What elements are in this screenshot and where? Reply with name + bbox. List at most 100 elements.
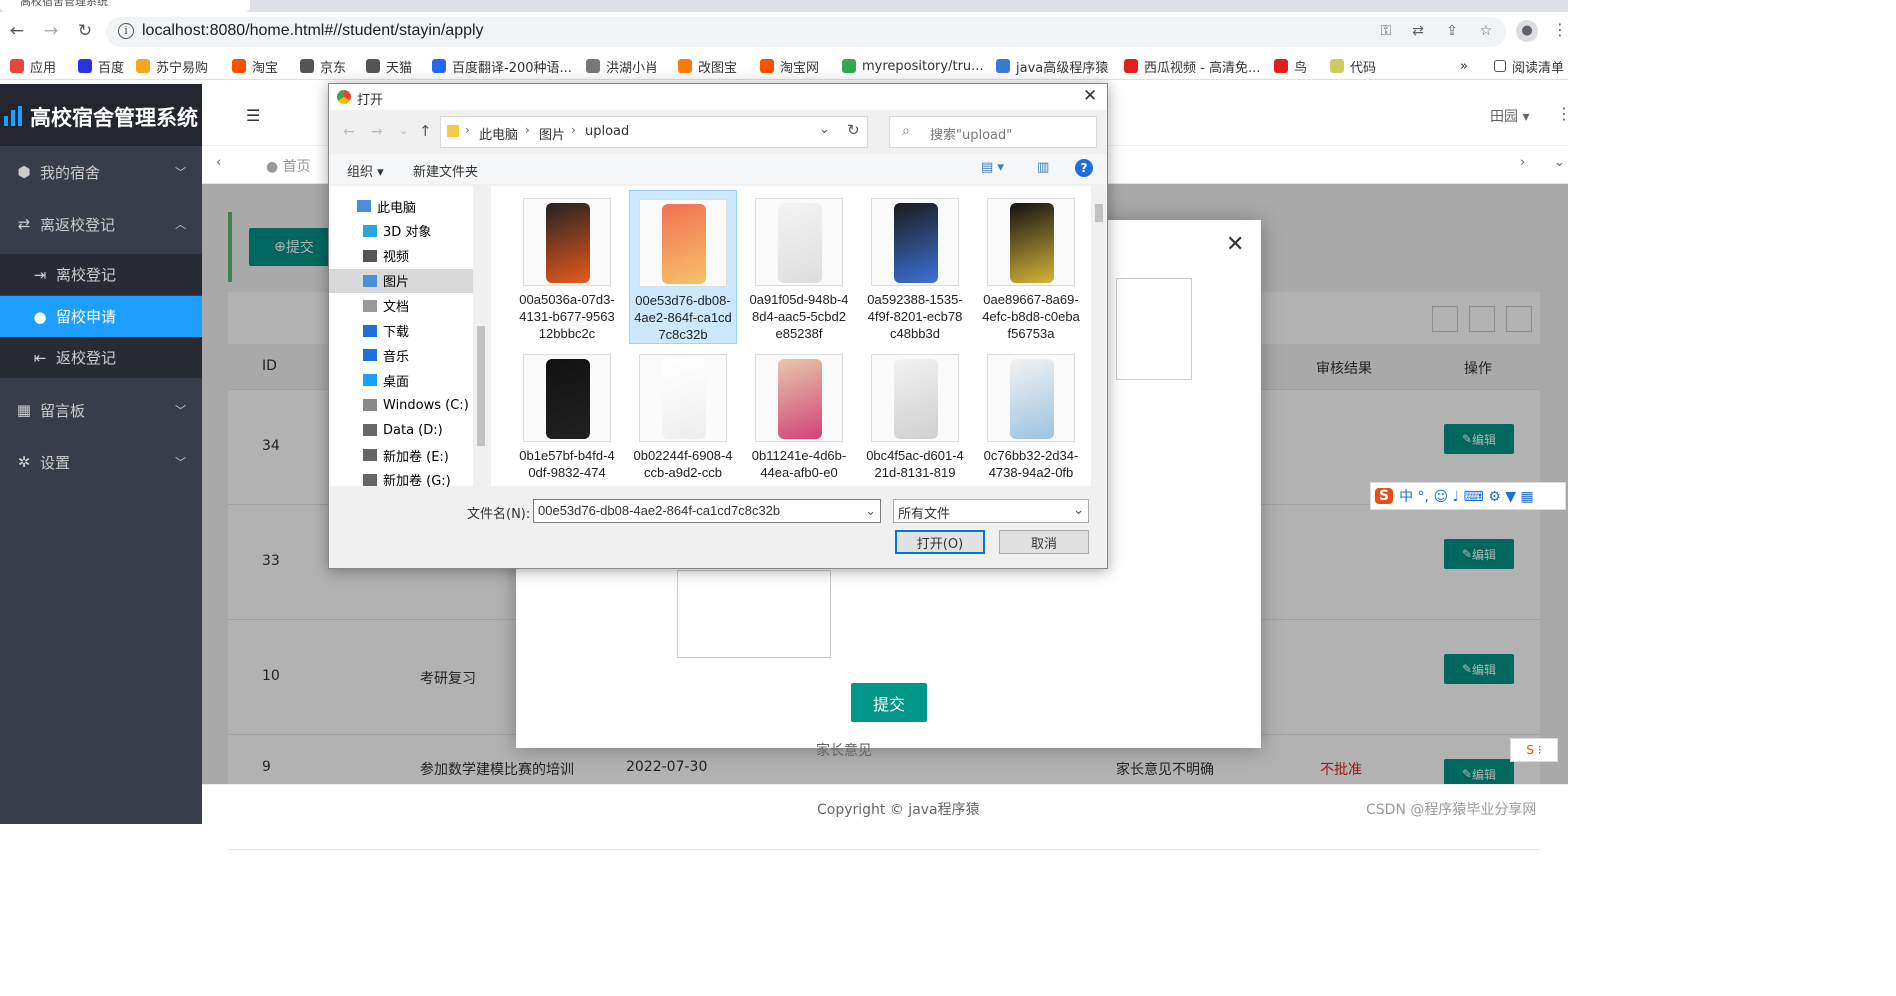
tree-node[interactable]: 视频 xyxy=(329,244,473,268)
file-item[interactable]: 0a91f05d-948b-48d4-aac5-5cbd2e85238f xyxy=(745,190,853,344)
bookmark-item[interactable]: 苏宁易购 xyxy=(136,57,208,76)
tabs-dropdown-icon[interactable]: ⌄ xyxy=(1554,155,1565,170)
dlg-recent-icon[interactable]: ⌄ xyxy=(399,124,408,137)
bookmark-item[interactable]: 淘宝 xyxy=(232,57,278,76)
profile-icon[interactable]: ● xyxy=(1516,20,1538,42)
tree-node[interactable]: 文档 xyxy=(329,294,473,318)
tree-node[interactable]: 新加卷 (G:) xyxy=(329,468,473,492)
bookmark-item[interactable]: java高级程序猿 xyxy=(996,57,1109,76)
close-icon[interactable]: ✕ xyxy=(1226,232,1244,257)
preview-pane-icon[interactable]: ▥ xyxy=(1037,160,1049,175)
textarea-field[interactable] xyxy=(1116,278,1192,380)
dlg-forward-icon[interactable]: → xyxy=(371,124,383,140)
bookmark-item[interactable]: 代码 xyxy=(1330,57,1376,76)
refresh-icon[interactable]: ↻ xyxy=(847,121,860,139)
tree-node[interactable]: 3D 对象 xyxy=(329,219,473,243)
menu-my-dorm[interactable]: ⬢ 我的宿舍 ﹀ xyxy=(0,146,202,198)
crumb-pictures[interactable]: 图片 xyxy=(539,124,565,143)
submenu-leave[interactable]: ⇥ 离校登记 xyxy=(0,254,202,295)
back-icon[interactable]: ← xyxy=(4,18,30,44)
tab-home[interactable]: ● 首页 xyxy=(266,156,311,176)
open-button[interactable]: 打开(O) xyxy=(895,530,985,554)
dialog-address-bar[interactable]: › 此电脑 › 图片 › upload ⌄ ↻ xyxy=(440,116,868,148)
bookmark-item[interactable]: 百度 xyxy=(78,57,124,76)
tree-node[interactable]: 下载 xyxy=(329,319,473,343)
filename-dropdown-icon[interactable]: ⌄ xyxy=(865,503,876,519)
grid-scroll-thumb[interactable] xyxy=(1095,204,1103,222)
forward-icon[interactable]: → xyxy=(38,18,64,44)
dialog-close-icon[interactable]: ✕ xyxy=(1083,86,1097,106)
file-item[interactable]: 00a5036a-07d3-4131-b677-956312bbbc2c xyxy=(513,190,621,344)
bookmarks-more-button[interactable]: » xyxy=(1460,57,1468,75)
file-item[interactable]: 0ae89667-8a69-4efc-b8d8-c0ebaf56753a xyxy=(977,190,1085,344)
bookmark-item[interactable]: 鸟 xyxy=(1274,57,1307,76)
grid-scrollbar[interactable] xyxy=(1091,186,1107,486)
translate-icon[interactable]: ⇄ xyxy=(1408,23,1428,39)
bookmark-item[interactable]: 改图宝 xyxy=(678,57,737,76)
menu-leave-return[interactable]: ⇄ 离返校登记 ︿ xyxy=(0,198,202,250)
bookmark-item[interactable]: 应用 xyxy=(10,57,56,76)
bookmark-item[interactable]: 天猫 xyxy=(366,57,412,76)
dlg-up-icon[interactable]: ↑ xyxy=(419,122,432,140)
share-icon[interactable]: ⇪ xyxy=(1442,23,1462,39)
filetype-select[interactable]: 所有文件 ⌄ xyxy=(893,499,1089,523)
bookmark-item[interactable]: 百度翻译-200种语... xyxy=(432,57,572,76)
view-options-icon[interactable]: ▤ ▾ xyxy=(981,160,1004,175)
key-icon[interactable]: ⚿ xyxy=(1376,23,1396,39)
filetype-dropdown-icon[interactable]: ⌄ xyxy=(1073,503,1084,518)
bookmark-item[interactable]: 淘宝网 xyxy=(760,57,819,76)
tabs-right-icon[interactable]: › xyxy=(1520,155,1525,170)
tree-node[interactable]: 音乐 xyxy=(329,343,473,367)
tree-node[interactable]: Windows (C:) xyxy=(329,393,473,417)
tree-node[interactable]: Data (D:) xyxy=(329,418,473,442)
address-bar[interactable]: i localhost:8080/home.html#//student/sta… xyxy=(106,17,1506,47)
star-icon[interactable]: ☆ xyxy=(1476,23,1496,39)
tree-node[interactable]: 桌面 xyxy=(329,368,473,392)
menu-settings[interactable]: ✲ 设置 ﹀ xyxy=(0,436,202,488)
reading-list-button[interactable]: 阅读清单 xyxy=(1494,57,1564,76)
browser-tab[interactable]: 高校宿舍管理系统 xyxy=(0,0,250,12)
tree-scroll-thumb[interactable] xyxy=(477,326,485,446)
tree-node[interactable]: 新加卷 (E:) xyxy=(329,443,473,467)
bookmark-label: java高级程序猿 xyxy=(1016,60,1109,76)
file-item[interactable]: 0b02244f-6908-4ccb-a9d2-ccb xyxy=(629,346,737,486)
tree-node[interactable]: 此电脑 xyxy=(329,194,473,218)
bookmark-item[interactable]: myrepository/tru... xyxy=(842,57,984,75)
submenu-return[interactable]: ⇤ 返校登记 xyxy=(0,337,202,378)
file-item[interactable]: 0b1e57bf-b4fd-40df-9832-474 xyxy=(513,346,621,486)
bookmark-item[interactable]: 西瓜视频 - 高清免... xyxy=(1124,57,1260,76)
tabs-left-icon[interactable]: ‹ xyxy=(216,155,221,170)
filename-input[interactable]: 00e53d76-db08-4ae2-864f-ca1cd7c8c32b ⌄ xyxy=(533,499,881,523)
bookmark-item[interactable]: 洪湖小肖 xyxy=(586,57,658,76)
new-folder-button[interactable]: 新建文件夹 xyxy=(413,161,478,180)
filename-value: 00e53d76-db08-4ae2-864f-ca1cd7c8c32b xyxy=(538,503,781,518)
topbar-user[interactable]: 田园 ▾ xyxy=(1490,106,1529,126)
info-icon[interactable]: i xyxy=(118,23,134,39)
address-url[interactable]: localhost:8080/home.html#//student/stayi… xyxy=(142,22,484,40)
ime-mini-icon[interactable]: S ⁝ xyxy=(1510,738,1558,762)
ime-toolbar[interactable]: S中 °, ☺ ♩ ⌨ ⚙ ▼ ▦ xyxy=(1370,482,1566,510)
file-item[interactable]: 0b11241e-4d6b-44ea-afb0-e0 xyxy=(745,346,853,486)
tree-node[interactable]: 图片 xyxy=(329,268,473,293)
help-icon[interactable]: ? xyxy=(1075,159,1093,177)
cancel-button[interactable]: 取消 xyxy=(999,530,1089,554)
menu-message-board[interactable]: ▦ 留言板 ﹀ xyxy=(0,384,202,436)
address-dropdown-icon[interactable]: ⌄ xyxy=(819,122,830,137)
file-item[interactable]: 0a592388-1535-4f9f-8201-ecb78c48bb3d xyxy=(861,190,969,344)
crumb-this-pc[interactable]: 此电脑 xyxy=(479,124,518,143)
menu-toggle-icon[interactable]: ☰ xyxy=(246,106,260,125)
crumb-upload[interactable]: upload xyxy=(585,124,629,139)
file-item[interactable]: 0bc4f5ac-d601-421d-8131-819 xyxy=(861,346,969,486)
bookmark-item[interactable]: 京东 xyxy=(300,57,346,76)
dlg-back-icon[interactable]: ← xyxy=(343,124,355,140)
file-item[interactable]: 0c76bb32-2d34-4738-94a2-0fb xyxy=(977,346,1085,486)
tree-scrollbar[interactable] xyxy=(473,186,489,486)
file-item[interactable]: 00e53d76-db08-4ae2-864f-ca1cd7c8c32b xyxy=(629,190,737,344)
more-icon[interactable]: ⋮ xyxy=(1556,104,1572,123)
submenu-stay-apply[interactable]: ● 留校申请 xyxy=(0,296,202,337)
dialog-search-box[interactable]: ⌕ 搜索"upload" xyxy=(889,116,1097,148)
modal-submit-button[interactable]: 提交 xyxy=(851,683,927,722)
organize-button[interactable]: 组织 ▾ xyxy=(347,161,384,180)
menu-dots-icon[interactable]: ⋮ xyxy=(1552,20,1568,39)
reload-icon[interactable]: ↻ xyxy=(72,18,98,44)
